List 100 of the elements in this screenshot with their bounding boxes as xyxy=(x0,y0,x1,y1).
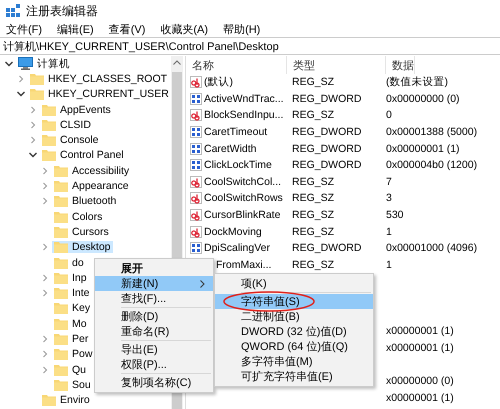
tree-item[interactable]: HKEY_CURRENT_USER xyxy=(28,88,171,100)
value-data: x00000001 (1) xyxy=(386,342,454,354)
value-name[interactable]: DockMoving xyxy=(204,226,262,238)
value-data: 0x00000000 (0) xyxy=(386,92,460,105)
menu-item[interactable]: 查找(F)... xyxy=(95,291,213,306)
address-bar[interactable]: 计算机\HKEY_CURRENT_USER\Control Panel\Desktop xyxy=(0,37,500,55)
tree-item[interactable]: do xyxy=(52,256,86,268)
tree-item[interactable]: Colors xyxy=(52,210,104,223)
value-type: REG_SZ xyxy=(292,176,334,188)
tree-item[interactable]: Console xyxy=(40,134,101,146)
tree-item[interactable]: Sou xyxy=(52,378,93,391)
value-type: REG_DWORD xyxy=(292,142,362,155)
tree-item[interactable]: CLSID xyxy=(40,118,93,131)
menu-item[interactable]: 查看(V) xyxy=(108,22,146,37)
tree-item[interactable]: Inte xyxy=(52,287,92,300)
menu-item[interactable]: 字符串值(S) xyxy=(215,294,373,309)
value-name[interactable]: ClickLockTime xyxy=(204,159,272,172)
value-name[interactable]: CoolSwitchCol... xyxy=(204,176,282,188)
value-data: 0x00001388 (5000) xyxy=(386,126,478,138)
binary-value-icon xyxy=(190,159,202,172)
value-type: REG_DWORD xyxy=(292,126,362,138)
chevron-right-icon[interactable] xyxy=(28,120,38,130)
tree-item[interactable]: Control Panel xyxy=(40,149,126,162)
chevron-right-icon[interactable] xyxy=(40,181,50,192)
chevron-right-icon[interactable] xyxy=(16,74,26,84)
value-data: 0x000004b0 (1200) xyxy=(386,159,478,172)
value-data: 530 xyxy=(386,209,404,222)
tree-item[interactable]: Bluetooth xyxy=(52,195,118,208)
tree-item[interactable]: Inp xyxy=(52,272,89,284)
string-value-icon xyxy=(190,192,202,204)
value-name[interactable]: CaretTimeout xyxy=(204,126,268,138)
menu-item[interactable]: 帮助(H) xyxy=(222,22,262,37)
value-data: 3 xyxy=(386,192,392,204)
tree-item[interactable]: Accessibility xyxy=(52,164,132,177)
tree-item[interactable]: Pow xyxy=(52,348,94,360)
folder-icon xyxy=(30,72,44,85)
menu-item[interactable]: 项(K) xyxy=(215,276,373,291)
chevron-right-icon[interactable] xyxy=(40,196,50,206)
menu-item[interactable]: 二进制值(B) xyxy=(215,309,373,324)
tree-item[interactable]: Per xyxy=(52,332,90,345)
value-name[interactable]: CaretWidth xyxy=(204,142,257,155)
chevron-right-icon[interactable] xyxy=(40,364,50,375)
chevron-right-icon[interactable] xyxy=(40,334,50,344)
menu-item[interactable]: DWORD (32 位)值(D) xyxy=(215,324,373,339)
tree-item[interactable]: Appearance xyxy=(52,180,131,192)
chevron-right-icon[interactable] xyxy=(40,166,50,176)
chevron-right-icon[interactable] xyxy=(40,242,50,252)
tree-item[interactable]: Qu xyxy=(52,364,88,376)
column-header[interactable]: 数据 xyxy=(386,56,415,74)
binary-value-icon xyxy=(190,142,202,155)
menu-item[interactable]: 复制项名称(C) xyxy=(95,375,213,390)
tree-item[interactable]: Mo xyxy=(52,318,89,330)
value-data: 0x00001000 (4096) xyxy=(386,242,478,254)
menu-item[interactable]: 删除(D) xyxy=(95,309,213,324)
value-data: x00000001 (1) xyxy=(386,392,454,404)
menu-item[interactable]: 多字符串值(M) xyxy=(215,354,373,369)
tree-item[interactable]: Enviro xyxy=(40,394,92,406)
tree-item[interactable]: 计算机 xyxy=(16,56,72,71)
menu-item[interactable]: 编辑(E) xyxy=(56,22,95,37)
chevron-right-icon[interactable] xyxy=(40,288,50,298)
chevron-right-icon[interactable] xyxy=(40,272,50,283)
folder-icon xyxy=(54,348,68,360)
value-name[interactable]: (默认) xyxy=(204,75,233,90)
value-name[interactable]: BlockSendInpu... xyxy=(204,109,284,122)
value-name[interactable]: FromMaxi... xyxy=(216,258,272,271)
menu-item[interactable]: 新建(N) xyxy=(95,276,213,291)
chevron-right-icon[interactable] xyxy=(28,104,38,115)
folder-icon xyxy=(54,378,68,391)
menu-item[interactable]: 导出(E) xyxy=(95,342,213,357)
value-name[interactable]: CoolSwitchRows xyxy=(204,192,283,204)
menu-item[interactable]: 文件(F) xyxy=(5,22,44,37)
value-name[interactable]: CursorBlinkRate xyxy=(204,209,280,222)
menu-item[interactable]: 收藏夹(A) xyxy=(159,22,210,37)
string-value-icon xyxy=(190,226,202,238)
tree-item[interactable]: Desktop xyxy=(52,241,113,254)
menu-item[interactable]: 展开 xyxy=(95,261,213,276)
scroll-up-icon[interactable] xyxy=(173,60,181,65)
value-name[interactable]: DpiScalingVer xyxy=(204,242,270,254)
tree-item[interactable]: Cursors xyxy=(52,226,111,238)
value-data: x00000001 (1) xyxy=(386,325,454,338)
value-data: 7 xyxy=(386,176,392,188)
folder-icon xyxy=(54,364,68,376)
tree-item[interactable]: Key xyxy=(52,302,92,314)
folder-icon xyxy=(54,164,68,177)
value-data: (数值未设置) xyxy=(386,76,448,88)
value-type: REG_DWORD xyxy=(292,159,362,172)
value-name[interactable]: ActiveWndTrac... xyxy=(204,92,284,105)
menu-item[interactable]: QWORD (64 位)值(Q) xyxy=(215,339,373,354)
folder-icon xyxy=(54,226,68,238)
menu-item[interactable]: 重命名(R) xyxy=(95,324,213,339)
tree-item[interactable]: AppEvents xyxy=(40,104,113,116)
tree-item[interactable]: HKEY_CLASSES_ROOT xyxy=(28,72,170,85)
column-header[interactable]: 名称 xyxy=(186,56,287,74)
menu-item[interactable]: 可扩充字符串值(E) xyxy=(215,369,373,384)
chevron-down-icon[interactable] xyxy=(4,58,14,69)
chevron-right-icon[interactable] xyxy=(28,135,38,146)
column-header[interactable]: 类型 xyxy=(287,56,386,74)
chevron-right-icon[interactable] xyxy=(40,349,50,360)
folder-icon xyxy=(42,134,56,146)
menu-item[interactable]: 权限(P)... xyxy=(95,357,213,372)
